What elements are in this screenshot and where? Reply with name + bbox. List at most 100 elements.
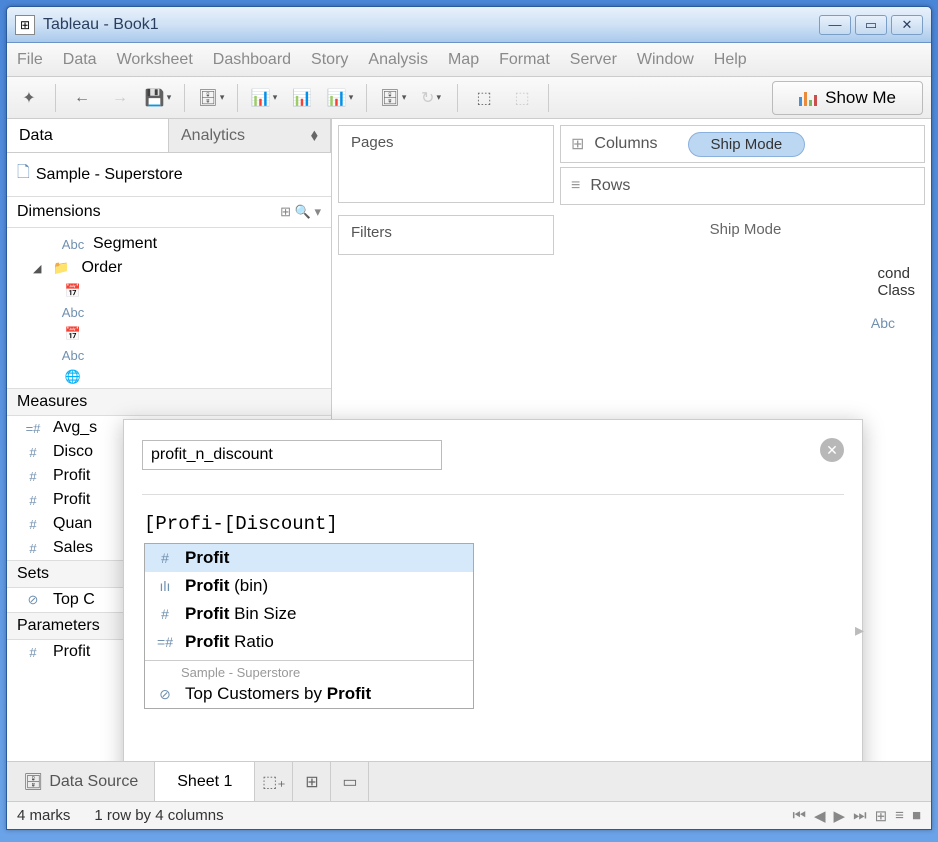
rows-icon: ≡ [571,177,580,195]
analytics-menu-icon: ⬧ [311,127,318,145]
nav-next-button[interactable]: ▶ [834,807,846,825]
status-marks: 4 marks [17,807,70,824]
menu-server[interactable]: Server [570,51,617,69]
autocomplete-list: #Profit ılıProfit (bin) #Profit Bin Size… [144,543,474,709]
field-order-folder[interactable]: ◢📁Order [7,256,331,280]
nav-prev-button[interactable]: ◀ [814,807,826,825]
nav-last-button[interactable]: ⏭ [853,807,867,825]
analytics-tab[interactable]: Analytics⬧ [169,119,331,152]
menu-data[interactable]: Data [63,51,97,69]
new-datasource-button[interactable]: 🗄 [197,84,225,112]
pages-shelf[interactable]: Pages [338,125,554,203]
number-icon: # [155,550,175,566]
toolbar: ✦ ← → 💾 🗄 📊 📊 📊 🗄 ↻ ⬚ ⬚ Show Me [7,77,931,119]
new-dashboard-tab-button[interactable]: ⊞ [293,762,331,801]
menu-worksheet[interactable]: Worksheet [117,51,193,69]
autocomplete-option-top-customers[interactable]: ⊘Top Customers by Profit [145,680,473,708]
menu-window[interactable]: Window [637,51,694,69]
datasource-tab[interactable]: 🗄Data Source [7,762,155,801]
sort-asc-button[interactable]: ⬚ [470,84,498,112]
number-icon: # [21,445,45,460]
globe-icon: 🌐 [61,369,85,385]
field-segment[interactable]: AbcSegment [7,232,331,256]
new-worksheet-button[interactable]: 📊 [250,84,278,112]
show-me-button[interactable]: Show Me [772,81,923,115]
field-item[interactable]: 📅 [7,280,331,302]
abc-icon: Abc [61,348,85,363]
bin-icon: ılı [155,578,175,594]
calc-number-icon: =# [155,634,175,650]
refresh-button[interactable]: ↻ [417,84,445,112]
viz-column-header: Ship Mode [566,215,925,238]
statusbar: 4 marks 1 row by 4 columns ⏮ ◀ ▶ ⏭ ⊞ ≡ ■ [7,801,931,829]
formula-editor[interactable]: [Profi-[Discount] [142,509,844,543]
save-button[interactable]: 💾 [144,84,172,112]
calc-name-input[interactable] [142,440,442,470]
new-story-tab-button[interactable]: ▭ [331,762,369,801]
back-button[interactable]: ← [68,84,96,112]
sheet-tab[interactable]: Sheet 1 [155,762,255,801]
calculated-field-dialog: ✕ [Profi-[Discount] #Profit ılıProfit (b… [123,419,863,761]
menu-dashboard[interactable]: Dashboard [213,51,291,69]
field-item[interactable]: 📅 [7,323,331,345]
menu-map[interactable]: Map [448,51,479,69]
close-dialog-button[interactable]: ✕ [820,438,844,462]
view-grid-icon[interactable]: ⊞ [875,807,888,825]
data-tab[interactable]: Data [7,119,169,152]
date-icon: 📅 [61,283,85,299]
app-icon: ⊞ [15,15,35,35]
viz-canvas[interactable]: Ship Mode cond Class Abc [566,215,925,255]
datasource-row[interactable]: 🗋 Sample - Superstore [7,153,331,197]
datasource-icon: 🗄 [23,772,43,792]
menu-story[interactable]: Story [311,51,348,69]
close-button[interactable]: ✕ [891,15,923,35]
filters-shelf[interactable]: Filters [338,215,554,255]
autocomplete-option-profit[interactable]: #Profit [145,544,473,572]
new-worksheet-tab-button[interactable]: ⬚₊ [255,762,293,801]
status-rowcol: 1 row by 4 columns [94,807,223,824]
find-field-icon[interactable]: ⊞ 🔍 ▾ [280,204,321,220]
abc-icon: Abc [61,237,85,252]
field-item[interactable]: Abc [7,345,331,366]
autocomplete-option-profit-ratio[interactable]: =#Profit Ratio [145,628,473,656]
autocomplete-source-label: Sample - Superstore [145,663,473,680]
dimensions-header: Dimensions ⊞ 🔍 ▾ [7,197,331,228]
menu-file[interactable]: File [17,51,43,69]
measures-header: Measures [7,388,331,416]
tableau-logo-icon[interactable]: ✦ [15,84,43,112]
date-icon: 📅 [61,326,85,342]
number-icon: # [21,541,45,556]
swap-button[interactable]: 🗄 [379,84,407,112]
bars-icon [799,90,817,106]
number-icon: # [21,493,45,508]
columns-shelf[interactable]: ⊞ Columns Ship Mode [560,125,925,163]
rows-shelf[interactable]: ≡ Rows [560,167,925,205]
menu-analysis[interactable]: Analysis [368,51,428,69]
expand-dialog-button[interactable]: ▸ [855,620,864,641]
number-icon: # [21,517,45,532]
menubar: File Data Worksheet Dashboard Story Anal… [7,43,931,77]
menu-help[interactable]: Help [714,51,747,69]
field-item[interactable]: Abc [7,302,331,323]
pill-ship-mode[interactable]: Ship Mode [688,132,806,157]
view-full-icon[interactable]: ■ [912,807,921,825]
clear-sheet-button[interactable]: 📊 [326,84,354,112]
autocomplete-option-profit-bin-size[interactable]: #Profit Bin Size [145,600,473,628]
sort-desc-button[interactable]: ⬚ [508,84,536,112]
nav-first-button[interactable]: ⏮ [792,807,806,825]
set-icon: ⊘ [155,686,175,703]
maximize-button[interactable]: ▭ [855,15,887,35]
calc-number-icon: =# [21,421,45,436]
view-list-icon[interactable]: ≡ [895,807,904,825]
minimize-button[interactable]: — [819,15,851,35]
field-item[interactable]: 🌐 [7,366,331,388]
number-icon: # [21,469,45,484]
forward-button[interactable]: → [106,84,134,112]
menu-format[interactable]: Format [499,51,550,69]
app-window: ⊞ Tableau - Book1 — ▭ ✕ File Data Worksh… [6,6,932,830]
duplicate-sheet-button[interactable]: 📊 [288,84,316,112]
number-icon: # [155,606,175,622]
number-icon: # [21,645,45,660]
autocomplete-option-profit-bin[interactable]: ılıProfit (bin) [145,572,473,600]
window-title: Tableau - Book1 [43,16,159,34]
